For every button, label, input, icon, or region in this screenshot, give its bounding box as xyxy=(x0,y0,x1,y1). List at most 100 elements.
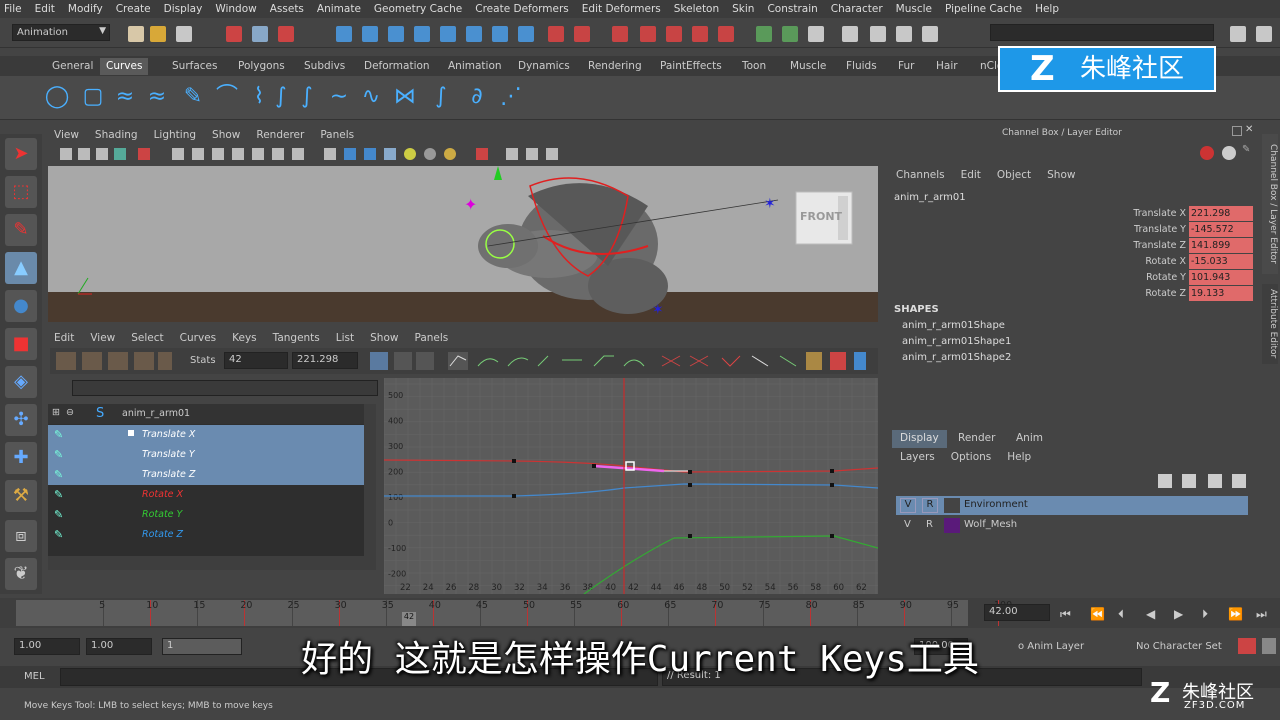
curve-editing-icon[interactable]: ∂ xyxy=(464,84,490,110)
scene-icon[interactable] xyxy=(922,26,938,42)
layout-icon[interactable] xyxy=(870,26,886,42)
layer-row-environment[interactable]: V R Environment xyxy=(896,496,1248,515)
graph-menu-show[interactable]: Show xyxy=(370,332,398,344)
stats-value-field[interactable]: 221.298 xyxy=(292,352,358,369)
select-tool-icon[interactable]: ➤ xyxy=(5,138,37,170)
expand-icon[interactable]: ⊞ xyxy=(52,407,60,418)
pencil-icon[interactable]: ✎ xyxy=(1242,144,1250,155)
animation-curves[interactable]: 500 400 300 200 100 0 -100 -200 22 24 26 28 30 32 34 36… xyxy=(384,378,878,594)
single-perspective-icon[interactable]: ⧈ xyxy=(5,520,37,552)
wolf-character-rig[interactable]: ✦ ✶ ✶ xyxy=(48,166,878,322)
render-settings-icon[interactable] xyxy=(612,26,628,42)
shape-item[interactable]: anim_r_arm01Shape2 xyxy=(902,352,1011,363)
select-hierarchy-icon[interactable] xyxy=(226,26,242,42)
graph-menu-curves[interactable]: Curves xyxy=(180,332,216,344)
graph-menu-view[interactable]: View xyxy=(90,332,115,344)
time-slider-track[interactable]: 5101520253035404550556065707580859095100… xyxy=(16,600,1012,626)
snap-grid-icon[interactable] xyxy=(336,26,352,42)
shelf-tab-hair[interactable]: Hair xyxy=(930,58,964,75)
visibility-toggle[interactable]: V xyxy=(904,519,911,530)
shelf-tab-general[interactable]: General xyxy=(46,58,99,75)
time-slider[interactable]: 5101520253035404550556065707580859095100… xyxy=(0,598,1280,628)
channel-row-rotate-x[interactable]: ✎ Rotate X xyxy=(48,485,364,505)
menu-edit[interactable]: Edit xyxy=(35,3,55,15)
ipr-render-icon[interactable] xyxy=(574,26,590,42)
tab-anim[interactable]: Anim xyxy=(1008,430,1051,448)
menu-character[interactable]: Character xyxy=(831,3,883,15)
outliner-icon[interactable] xyxy=(896,26,912,42)
arc-tool-icon[interactable]: ⌒ xyxy=(214,84,240,110)
channel-row-translate-y[interactable]: ✎ Translate Y xyxy=(48,445,364,465)
shape-item[interactable]: anim_r_arm01Shape1 xyxy=(902,336,1011,347)
scale-tool-icon[interactable]: ■ xyxy=(5,328,37,360)
hypershade-icon[interactable] xyxy=(640,26,656,42)
menu-modify[interactable]: Modify xyxy=(68,3,103,15)
perspective-viewport[interactable]: ✦ ✶ ✶ FRONT xyxy=(48,166,878,322)
collapse-icon[interactable]: ⊖ xyxy=(66,407,74,418)
visibility-toggle[interactable]: V xyxy=(900,498,916,513)
lock-icon[interactable] xyxy=(1222,146,1236,160)
menu-constrain[interactable]: Constrain xyxy=(767,3,817,15)
channel-box-icon[interactable] xyxy=(842,26,858,42)
attribute-editor-icon[interactable] xyxy=(782,26,798,42)
menu-muscle[interactable]: Muscle xyxy=(896,3,932,15)
viewport-menu-renderer[interactable]: Renderer xyxy=(256,129,304,141)
snap-point-icon[interactable] xyxy=(388,26,404,42)
viewport-menu-lighting[interactable]: Lighting xyxy=(154,129,196,141)
shelf-tab-fluids[interactable]: Fluids xyxy=(840,58,883,75)
input-line-icon[interactable] xyxy=(756,26,772,42)
menu-set-dropdown[interactable]: Animation ▼ xyxy=(12,24,110,41)
attr-value-field[interactable]: 19.133 xyxy=(1189,286,1253,301)
stats-frame-field[interactable]: 42 xyxy=(224,352,288,369)
menu-file[interactable]: File xyxy=(4,3,22,15)
shelf-tab-surfaces[interactable]: Surfaces xyxy=(166,58,223,75)
quick-select-field[interactable] xyxy=(990,24,1214,41)
shelf-tab-curves[interactable]: Curves xyxy=(100,58,149,75)
new-scene-icon[interactable] xyxy=(128,26,144,42)
shelf-tab-painteffects[interactable]: PaintEffects xyxy=(654,58,728,75)
layer-color-swatch[interactable] xyxy=(944,498,960,513)
attr-value-field[interactable]: -145.572 xyxy=(1189,222,1253,237)
layer-row-wolf-mesh[interactable]: V R Wolf_Mesh xyxy=(896,516,1248,535)
graph-menu-tangents[interactable]: Tangents xyxy=(273,332,320,344)
viewport-menu-view[interactable]: View xyxy=(54,129,79,141)
color-wheel-icon[interactable] xyxy=(1200,146,1214,160)
snap-surface-icon[interactable] xyxy=(440,26,456,42)
shape-item[interactable]: anim_r_arm01Shape xyxy=(902,320,1005,331)
key-tools-icons[interactable] xyxy=(54,350,174,372)
move-tool-icon[interactable]: ▲ xyxy=(5,252,37,284)
open-scene-icon[interactable] xyxy=(150,26,166,42)
layer-tools-icons[interactable] xyxy=(1156,472,1246,490)
attr-value-field[interactable]: 101.943 xyxy=(1189,270,1253,285)
viewport-menu-shading[interactable]: Shading xyxy=(95,129,138,141)
attr-value-field[interactable]: -15.033 xyxy=(1189,254,1253,269)
tool-settings-icon[interactable] xyxy=(808,26,824,42)
tab-render[interactable]: Render xyxy=(950,430,1003,448)
shelf-tab-muscle[interactable]: Muscle xyxy=(784,58,832,75)
manipulator-icon[interactable]: ◈ xyxy=(5,366,37,398)
shelf-tab-fur[interactable]: Fur xyxy=(892,58,920,75)
render-frame-icon[interactable] xyxy=(548,26,564,42)
channel-menu-edit[interactable]: Edit xyxy=(961,169,981,181)
graph-menu-panels[interactable]: Panels xyxy=(414,332,448,344)
menu-edit-deformers[interactable]: Edit Deformers xyxy=(582,3,661,15)
current-time-marker[interactable]: 42 xyxy=(402,612,416,626)
layer-color-swatch[interactable] xyxy=(944,518,960,533)
attr-value-field[interactable]: 141.899 xyxy=(1189,238,1253,253)
viewport-menu-panels[interactable]: Panels xyxy=(320,129,354,141)
pin-icon[interactable]: ✎ xyxy=(54,428,63,441)
close-icon[interactable]: ✕ xyxy=(1245,124,1253,135)
history-icon[interactable] xyxy=(492,26,508,42)
shelf-tab-polygons[interactable]: Polygons xyxy=(232,58,291,75)
pencil-curve-icon[interactable]: ✎ xyxy=(180,84,206,110)
menu-animate[interactable]: Animate xyxy=(317,3,361,15)
offset-curve-icon[interactable]: ∿ xyxy=(358,84,384,110)
menu-create-deformers[interactable]: Create Deformers xyxy=(475,3,569,15)
layout-toggle2-icon[interactable] xyxy=(1256,26,1272,42)
last-tool-icon[interactable]: ⚒ xyxy=(5,480,37,512)
shelf-tab-animation[interactable]: Animation xyxy=(442,58,508,75)
select-object-icon[interactable] xyxy=(252,26,268,42)
shelf-tab-deformation[interactable]: Deformation xyxy=(358,58,436,75)
nurbs-circle-icon[interactable]: ◯ xyxy=(44,84,70,110)
outliner-v-scrollbar[interactable] xyxy=(364,404,376,570)
